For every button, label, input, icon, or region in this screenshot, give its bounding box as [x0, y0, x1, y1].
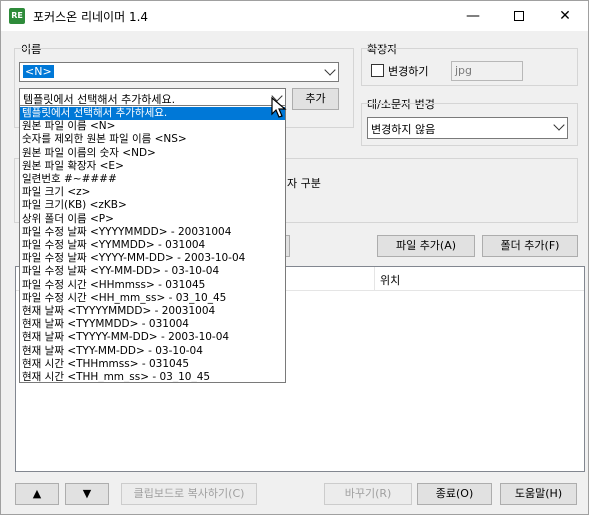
- dropdown-item[interactable]: 일련번호 #~####: [20, 173, 285, 186]
- title-bar: RE 포커스온 리네이머 1.4 — ✕: [1, 1, 588, 31]
- window-title: 포커스온 리네이머 1.4: [33, 10, 149, 24]
- move-down-button[interactable]: ▼: [65, 483, 109, 505]
- app-icon: RE: [9, 8, 25, 24]
- change-button[interactable]: 바꾸기(R): [324, 483, 412, 505]
- extension-field[interactable]: jpg: [451, 61, 523, 81]
- dropdown-item[interactable]: 상위 폴더 이름 <P>: [20, 213, 285, 226]
- dropdown-item[interactable]: 파일 수정 날짜 <YY-MM-DD> - 03-10-04: [20, 265, 285, 278]
- dropdown-item[interactable]: 현재 날짜 <TYY-MM-DD> - 03-10-04: [20, 345, 285, 358]
- add-folder-button[interactable]: 폴더 추가(F): [482, 235, 578, 257]
- copy-clipboard-button[interactable]: 클립보드로 복사하기(C): [121, 483, 257, 505]
- add-button[interactable]: 추가: [292, 88, 339, 110]
- dropdown-item[interactable]: 원본 파일 이름 <N>: [20, 120, 285, 133]
- name-pattern-value: <N>: [23, 65, 54, 78]
- maximize-icon: [514, 11, 524, 21]
- dropdown-item[interactable]: 숫자를 제외한 원본 파일 이름 <NS>: [20, 133, 285, 146]
- column-location[interactable]: 위치: [380, 272, 400, 288]
- chevron-down-icon: [324, 64, 336, 76]
- dropdown-item[interactable]: 파일 크기(KB) <zKB>: [20, 199, 285, 212]
- case-combo-value: 변경하지 않음: [371, 123, 436, 136]
- name-pattern-combo[interactable]: <N>: [19, 62, 339, 82]
- dropdown-item[interactable]: 파일 수정 시간 <HHmmss> - 031045: [20, 279, 285, 292]
- add-file-button[interactable]: 파일 추가(A): [377, 235, 475, 257]
- column-divider: [374, 267, 375, 291]
- dropdown-item[interactable]: 원본 파일 확장자 <E>: [20, 160, 285, 173]
- move-up-button[interactable]: ▲: [15, 483, 59, 505]
- change-extension-checkbox[interactable]: [371, 64, 384, 77]
- dropdown-item[interactable]: 템플릿에서 선택해서 추가하세요.: [20, 107, 285, 121]
- dropdown-item[interactable]: 파일 수정 날짜 <YYYY-MM-DD> - 2003-10-04: [20, 252, 285, 265]
- change-extension-label: 변경하기: [388, 65, 429, 78]
- dropdown-item[interactable]: 파일 수정 날짜 <YYMMDD> - 031004: [20, 239, 285, 252]
- dropdown-item[interactable]: 현재 날짜 <TYYYYMMDD> - 20031004: [20, 305, 285, 318]
- exit-button[interactable]: 종료(O): [417, 483, 492, 505]
- mouse-cursor-icon: [271, 97, 287, 118]
- dropdown-item[interactable]: 현재 시간 <THHmmss> - 031045: [20, 358, 285, 371]
- dropdown-item[interactable]: 현재 날짜 <TYYYY-MM-DD> - 2003-10-04: [20, 331, 285, 344]
- dropdown-item[interactable]: 파일 수정 시간 <HH_mm_ss> - 03_10_45: [20, 292, 285, 305]
- chevron-down-icon: [553, 119, 565, 131]
- case-combo[interactable]: 변경하지 않음: [367, 117, 568, 139]
- maximize-button[interactable]: [496, 1, 542, 31]
- minimize-button[interactable]: —: [450, 1, 496, 31]
- app-window: RE 포커스온 리네이머 1.4 — ✕ 이름 <N> 템플릿에서 선택해서 추…: [0, 0, 589, 515]
- dropdown-item[interactable]: 파일 수정 날짜 <YYYYMMDD> - 20031004: [20, 226, 285, 239]
- close-button[interactable]: ✕: [542, 1, 588, 31]
- dropdown-item[interactable]: 현재 날짜 <TYYMMDD> - 031004: [20, 318, 285, 331]
- dropdown-item[interactable]: 원본 파일 이름의 숫자 <ND>: [20, 147, 285, 160]
- template-dropdown[interactable]: 템플릿에서 선택해서 추가하세요. 원본 파일 이름 <N> 숫자를 제외한 원…: [19, 105, 286, 383]
- dropdown-item[interactable]: 현재 시간 <THH_mm_ss> - 03_10_45: [20, 371, 285, 382]
- options-partial-label: 자 구분: [287, 177, 321, 190]
- help-button[interactable]: 도움말(H): [500, 483, 577, 505]
- dropdown-item[interactable]: 파일 크기 <z>: [20, 186, 285, 199]
